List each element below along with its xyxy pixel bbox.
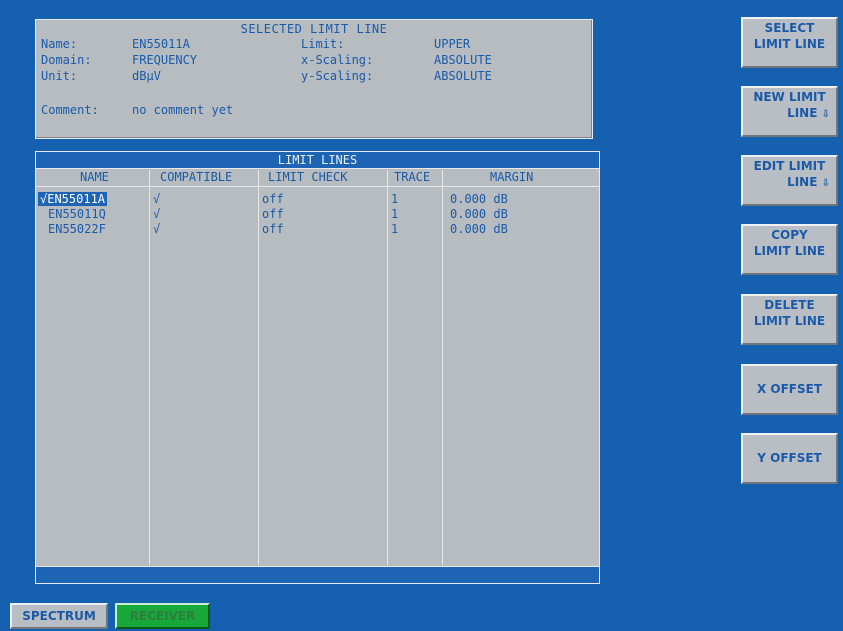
limit-check-value[interactable]: off xyxy=(262,207,284,221)
limit-line-name[interactable]: EN55011Q xyxy=(48,207,106,221)
softkey-label: SELECT xyxy=(764,21,815,35)
softkey-label: Y OFFSET xyxy=(757,451,822,465)
softkey-label: LIMIT LINE xyxy=(753,314,826,328)
compatible-check: √ xyxy=(153,192,161,206)
submenu-arrow-icon: ⇩ xyxy=(821,178,830,189)
trace-value: 1 xyxy=(391,207,399,221)
unit-label: Unit: xyxy=(41,69,78,83)
submenu-arrow-icon: ⇩ xyxy=(821,109,830,120)
limit-line-name[interactable]: EN55022F xyxy=(48,222,106,236)
y-scaling-value: ABSOLUTE xyxy=(434,69,492,83)
trace-value: 1 xyxy=(391,222,399,236)
col-header-margin: MARGIN xyxy=(490,170,534,184)
softkey-label: LINE xyxy=(787,175,818,189)
x-scaling-value: ABSOLUTE xyxy=(434,53,492,67)
select-limit-line-softkey[interactable]: SELECT LIMIT LINE xyxy=(741,17,838,68)
new-limit-line-softkey[interactable]: NEW LIMIT LINE ⇩ xyxy=(741,86,838,137)
col-header-limit-check: LIMIT CHECK xyxy=(268,170,348,184)
spectrum-hotkey[interactable]: SPECTRUM xyxy=(10,603,108,629)
x-scaling-label: x-Scaling: xyxy=(301,53,374,67)
limit-lines-table: LIMIT LINES NAME COMPATIBLE LIMIT CHECK … xyxy=(35,151,600,584)
copy-limit-line-softkey[interactable]: COPY LIMIT LINE xyxy=(741,224,838,275)
col-header-compatible: COMPATIBLE xyxy=(160,170,233,184)
table-row[interactable]: √EN55011A √ off 1 0.000 dB xyxy=(36,192,599,206)
margin-value: 0.000 dB xyxy=(450,207,508,221)
selected-limit-line-title: SELECTED LIMIT LINE xyxy=(240,22,388,36)
softkey-label: DELETE xyxy=(764,298,815,312)
header-divider xyxy=(36,186,599,187)
limit-check-value[interactable]: off xyxy=(262,192,284,206)
unit-value: dBµV xyxy=(132,69,161,83)
compatible-check: √ xyxy=(153,222,161,236)
name-label: Name: xyxy=(41,37,78,51)
softkey-label: X OFFSET xyxy=(756,382,823,396)
softkey-label: EDIT LIMIT xyxy=(753,159,826,173)
name-value: EN55011A xyxy=(132,37,190,51)
limit-lines-title: LIMIT LINES xyxy=(36,152,599,169)
softkey-label: COPY xyxy=(771,228,808,242)
comment-value: no comment yet xyxy=(132,103,234,117)
comment-label: Comment: xyxy=(41,103,99,117)
table-row[interactable]: EN55011Q √ off 1 0.000 dB xyxy=(36,207,599,221)
softkey-label: LIMIT LINE xyxy=(753,244,826,258)
col-header-trace: TRACE xyxy=(394,170,431,184)
softkey-label: NEW LIMIT xyxy=(753,90,826,104)
softkey-label: LINE xyxy=(787,106,818,120)
receiver-hotkey[interactable]: RECEIVER xyxy=(115,603,210,629)
limit-check-value[interactable]: off xyxy=(262,222,284,236)
instrument-screen: SELECTED LIMIT LINE Name: EN55011A Domai… xyxy=(0,0,843,631)
limit-label: Limit: xyxy=(301,37,345,51)
margin-value: 0.000 dB xyxy=(450,222,508,236)
y-offset-softkey[interactable]: Y OFFSET xyxy=(741,433,838,484)
domain-label: Domain: xyxy=(41,53,92,67)
delete-limit-line-softkey[interactable]: DELETE LIMIT LINE xyxy=(741,294,838,345)
table-row[interactable]: EN55022F √ off 1 0.000 dB xyxy=(36,222,599,236)
x-offset-softkey[interactable]: X OFFSET xyxy=(741,364,838,415)
softkey-label: LIMIT LINE xyxy=(753,37,826,51)
table-footer-bar xyxy=(36,566,599,583)
compatible-check: √ xyxy=(153,207,161,221)
limit-value: UPPER xyxy=(434,37,471,51)
domain-value: FREQUENCY xyxy=(132,53,198,67)
col-header-name: NAME xyxy=(80,170,109,184)
trace-value: 1 xyxy=(391,192,399,206)
limit-line-name[interactable]: √EN55011A xyxy=(38,192,108,206)
selected-limit-line-panel: SELECTED LIMIT LINE Name: EN55011A Domai… xyxy=(35,19,593,139)
margin-value: 0.000 dB xyxy=(450,192,508,206)
edit-limit-line-softkey[interactable]: EDIT LIMIT LINE ⇩ xyxy=(741,155,838,206)
y-scaling-label: y-Scaling: xyxy=(301,69,374,83)
